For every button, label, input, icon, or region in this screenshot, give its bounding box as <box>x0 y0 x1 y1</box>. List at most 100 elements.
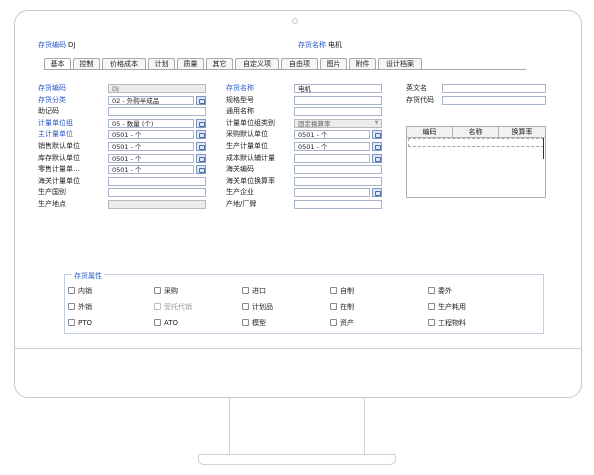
col1-reference-icon-5[interactable] <box>196 142 206 151</box>
checkbox-icon[interactable] <box>154 319 161 326</box>
col2-field-2[interactable] <box>294 107 382 116</box>
col2-field-3[interactable]: 固定换算率 <box>294 119 382 128</box>
col2-field-10[interactable] <box>294 200 382 209</box>
col2-field-8[interactable] <box>294 177 382 186</box>
attribute-checkbox-2-1[interactable]: ATO <box>154 319 178 328</box>
col1-label-5: 销售默认单位 <box>38 142 80 150</box>
attribute-checkbox-0-2[interactable]: 进口 <box>242 287 266 296</box>
tab-5[interactable]: 其它 <box>206 58 233 69</box>
attribute-checkbox-label: 内销 <box>78 287 92 295</box>
attribute-checkbox-0-1[interactable]: 采购 <box>154 287 178 296</box>
col1-field-8[interactable] <box>108 177 206 186</box>
col2-field-4[interactable]: 0501 - 个 <box>294 130 370 139</box>
col1-reference-icon-6[interactable] <box>196 154 206 163</box>
tab-underline <box>44 69 526 70</box>
col2-reference-icon-9[interactable] <box>372 188 382 197</box>
camera-icon <box>292 18 298 24</box>
col2-reference-icon-6[interactable] <box>372 154 382 163</box>
grid-col-name[interactable]: 名称 <box>453 127 499 137</box>
checkbox-icon[interactable] <box>68 287 75 294</box>
tab-1[interactable]: 控制 <box>73 58 100 69</box>
checkbox-icon[interactable] <box>428 287 435 294</box>
attribute-checkbox-label: ATO <box>164 319 179 327</box>
col1-reference-icon-3[interactable] <box>196 119 206 128</box>
col3-field-1[interactable] <box>442 96 546 105</box>
checkbox-icon[interactable] <box>330 303 337 310</box>
attribute-checkbox-2-0[interactable]: PTO <box>68 319 92 328</box>
attribute-checkbox-1-0[interactable]: 外销 <box>68 303 92 312</box>
col2-label-4: 采购默认单位 <box>226 130 268 138</box>
header-code-label: 存货编码 <box>38 41 66 49</box>
col3-field-0[interactable] <box>442 84 546 93</box>
col2-chevron-down-icon-3[interactable]: ▼ <box>372 120 381 127</box>
col1-field-2[interactable] <box>108 107 206 116</box>
attribute-checkbox-1-2[interactable]: 计划品 <box>242 303 273 312</box>
attributes-title: 存货属性 <box>72 271 104 281</box>
checkbox-icon[interactable] <box>154 287 161 294</box>
col1-label-4: 主计量单位 <box>38 130 73 138</box>
col2-field-9[interactable] <box>294 188 370 197</box>
col2-field-1[interactable] <box>294 96 382 105</box>
unit-conversion-grid[interactable]: 编码 名称 换算率 <box>406 126 546 198</box>
col1-field-4[interactable]: 0501 - 个 <box>108 130 194 139</box>
col2-field-0[interactable]: 电机 <box>294 84 382 93</box>
checkbox-icon[interactable] <box>68 319 75 326</box>
tab-2[interactable]: 价格成本 <box>102 58 146 69</box>
col2-field-5[interactable]: 0501 - 个 <box>294 142 370 151</box>
checkbox-icon <box>154 303 161 310</box>
tab-8[interactable]: 图片 <box>320 58 347 69</box>
attribute-checkbox-2-4[interactable]: 工程物料 <box>428 319 466 328</box>
attribute-checkbox-0-4[interactable]: 委外 <box>428 287 452 296</box>
col1-field-0[interactable]: DJ <box>108 84 206 93</box>
tab-10[interactable]: 设计档案 <box>378 58 422 69</box>
grid-selected-row[interactable] <box>408 138 544 147</box>
col2-reference-icon-4[interactable] <box>372 130 382 139</box>
checkbox-icon[interactable] <box>242 303 249 310</box>
col1-field-10[interactable] <box>108 200 206 209</box>
col1-label-9: 生产国别 <box>38 188 66 196</box>
tab-4[interactable]: 质量 <box>177 58 204 69</box>
col2-reference-icon-5[interactable] <box>372 142 382 151</box>
checkbox-icon[interactable] <box>428 319 435 326</box>
col1-field-7[interactable]: 0501 - 个 <box>108 165 194 174</box>
checkbox-icon[interactable] <box>242 319 249 326</box>
col2-label-7: 海关编码 <box>226 165 254 173</box>
checkbox-icon[interactable] <box>330 319 337 326</box>
attribute-checkbox-label: 资产 <box>340 319 354 327</box>
grid-col-rate[interactable]: 换算率 <box>499 127 545 137</box>
checkbox-icon[interactable] <box>242 287 249 294</box>
col1-field-9[interactable] <box>108 188 206 197</box>
checkbox-icon[interactable] <box>428 303 435 310</box>
attribute-checkbox-label: 工程物料 <box>438 319 466 327</box>
tab-6[interactable]: 自定义项 <box>235 58 279 69</box>
grid-col-code[interactable]: 编码 <box>407 127 453 137</box>
col1-reference-icon-4[interactable] <box>196 130 206 139</box>
col1-field-1[interactable]: 02 - 外购半成品 <box>108 96 194 105</box>
tab-9[interactable]: 附件 <box>349 58 376 69</box>
attribute-checkbox-label: 生产耗用 <box>438 303 466 311</box>
attribute-checkbox-1-3[interactable]: 在制 <box>330 303 354 312</box>
tab-3[interactable]: 计划 <box>148 58 175 69</box>
header-name-label: 存货名称 <box>298 41 326 49</box>
attribute-checkbox-0-3[interactable]: 自制 <box>330 287 354 296</box>
checkbox-icon[interactable] <box>330 287 337 294</box>
attribute-checkbox-0-0[interactable]: 内销 <box>68 287 92 296</box>
col1-label-7: 零售计量单... <box>38 165 80 173</box>
col2-field-7[interactable] <box>294 165 382 174</box>
attribute-checkbox-1-4[interactable]: 生产耗用 <box>428 303 466 312</box>
col3-label-1: 存货代码 <box>406 96 434 104</box>
col1-field-3[interactable]: 05 - 数量 (个) <box>108 119 194 128</box>
attribute-checkbox-label: 采购 <box>164 287 178 295</box>
tab-7[interactable]: 自由项 <box>281 58 318 69</box>
col1-reference-icon-7[interactable] <box>196 165 206 174</box>
attribute-checkbox-2-3[interactable]: 资产 <box>330 319 354 328</box>
col1-reference-icon-1[interactable] <box>196 96 206 105</box>
attribute-checkbox-label: 自制 <box>340 287 354 295</box>
col1-field-6[interactable]: 0501 - 个 <box>108 154 194 163</box>
col1-field-5[interactable]: 0501 - 个 <box>108 142 194 151</box>
checkbox-icon[interactable] <box>68 303 75 310</box>
col2-field-6[interactable] <box>294 154 370 163</box>
attribute-checkbox-2-2[interactable]: 模型 <box>242 319 266 328</box>
col2-label-2: 通用名称 <box>226 107 254 115</box>
grid-scrollbar[interactable] <box>543 138 544 159</box>
